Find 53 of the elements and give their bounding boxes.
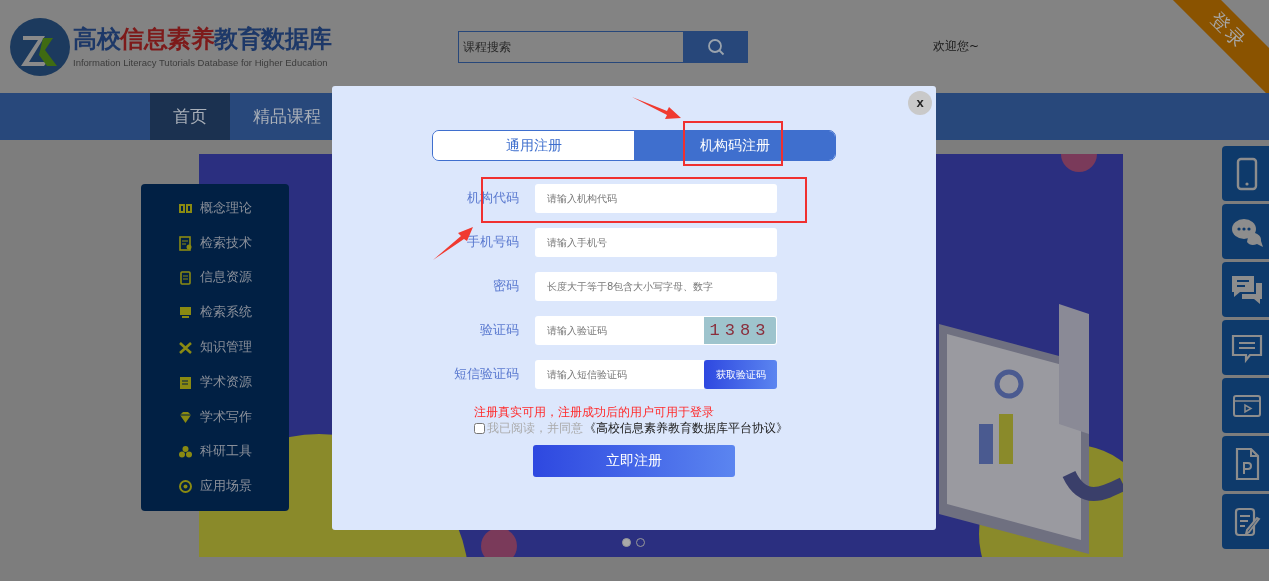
field-label: 手机号码 [467,234,519,251]
input-field[interactable]: 请输入机构代码 [535,184,777,213]
sidebar-item[interactable]: 应用场景 [200,478,252,496]
agreement-text: 我已阅读，并同意 [487,421,583,436]
search-icon [707,37,725,56]
search-button[interactable] [684,30,748,63]
get-code-button[interactable]: 获取验证码 [704,360,777,389]
zk-logo-icon [9,15,71,78]
field-label: 密码 [493,278,519,295]
site-subtitle: Information Literacy Tutorials Database for Higher Education [73,57,329,68]
annotation-arrow [632,97,681,119]
cluster-icon [178,444,193,460]
agreement-link[interactable]: 《高校信息素养教育数据库平台协议》 [584,421,788,436]
sidebar-item[interactable]: 科研工具 [200,443,252,461]
document-search-icon [178,235,193,251]
agree-checkbox[interactable] [474,423,485,434]
toolbar-button[interactable] [1222,378,1269,433]
welcome-text: 欢迎您~ [933,38,980,55]
captcha-image[interactable]: 1383 [704,316,777,345]
site-title: 高校信息素养教育数据库 [73,25,332,53]
toolbar-button[interactable] [1222,436,1269,491]
close-button[interactable]: x [908,91,932,115]
nav-tab[interactable]: 首页 [150,93,230,140]
toolbar-button[interactable] [1222,262,1269,317]
sidebar-item[interactable]: 检索技术 [200,234,252,252]
sidebar-item[interactable]: 检索系统 [200,304,252,322]
carousel-dot[interactable] [622,538,631,547]
register-tab[interactable]: 通用注册 [433,131,634,160]
note-icon [178,270,193,286]
toolbar-button[interactable] [1222,320,1269,375]
input-field[interactable]: 请输入手机号 [535,228,777,257]
sidebar-item[interactable]: 概念理论 [200,199,252,217]
monitor-icon [178,305,193,321]
badge-icon [178,479,193,495]
tools-icon [178,340,193,355]
notice-text: 注册真实可用，注册成功后的用户可用于登录 [474,405,714,420]
field-label: 验证码 [480,322,519,339]
sidebar-item[interactable]: 学术写作 [200,408,252,426]
toolbar-button[interactable] [1222,204,1269,259]
toolbar-button[interactable] [1222,494,1269,549]
sidebar-item[interactable]: 学术资源 [200,373,252,391]
input-field[interactable]: 长度大于等于8包含大小写字母、数字 [535,272,777,301]
register-tab[interactable]: 机构码注册 [634,131,835,160]
diamond-icon [178,409,193,425]
clipboard-icon [178,374,193,390]
sidebar-item[interactable]: 信息资源 [200,269,252,287]
register-button[interactable]: 立即注册 [533,445,735,477]
input-field[interactable]: 请输入短信验证码 [535,360,704,389]
input-field[interactable]: 请输入验证码 [535,316,704,345]
field-label: 短信验证码 [454,366,519,383]
sidebar-item[interactable]: 知识管理 [200,339,252,356]
search-field[interactable]: 课程搜索 [458,30,684,63]
toolbar-button[interactable] [1222,146,1269,201]
